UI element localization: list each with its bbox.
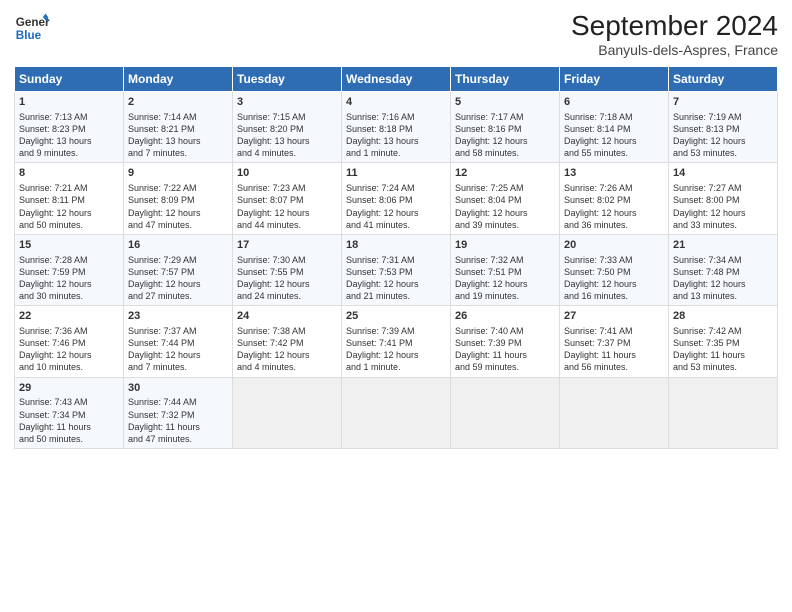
- calendar-cell: 30Sunrise: 7:44 AM Sunset: 7:32 PM Dayli…: [124, 377, 233, 448]
- day-number: 11: [346, 166, 446, 181]
- calendar-cell: 20Sunrise: 7:33 AM Sunset: 7:50 PM Dayli…: [560, 234, 669, 305]
- calendar-col-header: Thursday: [451, 67, 560, 92]
- day-number: 10: [237, 166, 337, 181]
- day-number: 13: [564, 166, 664, 181]
- day-number: 15: [19, 238, 119, 253]
- calendar-cell: 15Sunrise: 7:28 AM Sunset: 7:59 PM Dayli…: [15, 234, 124, 305]
- calendar-week-row: 1Sunrise: 7:13 AM Sunset: 8:23 PM Daylig…: [15, 92, 778, 163]
- calendar-col-header: Monday: [124, 67, 233, 92]
- calendar-cell: 24Sunrise: 7:38 AM Sunset: 7:42 PM Dayli…: [233, 306, 342, 377]
- calendar-cell: 22Sunrise: 7:36 AM Sunset: 7:46 PM Dayli…: [15, 306, 124, 377]
- day-number: 21: [673, 238, 773, 253]
- day-number: 5: [455, 95, 555, 110]
- calendar-col-header: Saturday: [669, 67, 778, 92]
- calendar-cell: [233, 377, 342, 448]
- calendar-cell: 29Sunrise: 7:43 AM Sunset: 7:34 PM Dayli…: [15, 377, 124, 448]
- day-number: 27: [564, 309, 664, 324]
- day-number: 4: [346, 95, 446, 110]
- day-number: 25: [346, 309, 446, 324]
- calendar-week-row: 8Sunrise: 7:21 AM Sunset: 8:11 PM Daylig…: [15, 163, 778, 234]
- calendar-cell: 9Sunrise: 7:22 AM Sunset: 8:09 PM Daylig…: [124, 163, 233, 234]
- calendar-cell: [560, 377, 669, 448]
- calendar-cell: 10Sunrise: 7:23 AM Sunset: 8:07 PM Dayli…: [233, 163, 342, 234]
- calendar-cell: [669, 377, 778, 448]
- day-number: 22: [19, 309, 119, 324]
- calendar-cell: 3Sunrise: 7:15 AM Sunset: 8:20 PM Daylig…: [233, 92, 342, 163]
- calendar-week-row: 29Sunrise: 7:43 AM Sunset: 7:34 PM Dayli…: [15, 377, 778, 448]
- subtitle: Banyuls-dels-Aspres, France: [571, 42, 778, 58]
- page-header: General Blue September 2024 Banyuls-dels…: [14, 10, 778, 58]
- calendar-table: SundayMondayTuesdayWednesdayThursdayFrid…: [14, 66, 778, 449]
- day-number: 18: [346, 238, 446, 253]
- calendar-cell: 1Sunrise: 7:13 AM Sunset: 8:23 PM Daylig…: [15, 92, 124, 163]
- day-number: 19: [455, 238, 555, 253]
- calendar-cell: 5Sunrise: 7:17 AM Sunset: 8:16 PM Daylig…: [451, 92, 560, 163]
- calendar-cell: 23Sunrise: 7:37 AM Sunset: 7:44 PM Dayli…: [124, 306, 233, 377]
- calendar-cell: 4Sunrise: 7:16 AM Sunset: 8:18 PM Daylig…: [342, 92, 451, 163]
- svg-text:Blue: Blue: [16, 29, 42, 42]
- calendar-cell: 14Sunrise: 7:27 AM Sunset: 8:00 PM Dayli…: [669, 163, 778, 234]
- calendar-cell: 11Sunrise: 7:24 AM Sunset: 8:06 PM Dayli…: [342, 163, 451, 234]
- calendar-cell: 2Sunrise: 7:14 AM Sunset: 8:21 PM Daylig…: [124, 92, 233, 163]
- calendar-col-header: Wednesday: [342, 67, 451, 92]
- calendar-cell: 12Sunrise: 7:25 AM Sunset: 8:04 PM Dayli…: [451, 163, 560, 234]
- calendar-cell: 18Sunrise: 7:31 AM Sunset: 7:53 PM Dayli…: [342, 234, 451, 305]
- day-number: 28: [673, 309, 773, 324]
- calendar-cell: 26Sunrise: 7:40 AM Sunset: 7:39 PM Dayli…: [451, 306, 560, 377]
- day-number: 14: [673, 166, 773, 181]
- main-title: September 2024: [571, 10, 778, 42]
- logo-icon: General Blue: [14, 10, 50, 46]
- calendar-col-header: Friday: [560, 67, 669, 92]
- day-number: 20: [564, 238, 664, 253]
- day-number: 26: [455, 309, 555, 324]
- calendar-cell: 16Sunrise: 7:29 AM Sunset: 7:57 PM Dayli…: [124, 234, 233, 305]
- day-number: 17: [237, 238, 337, 253]
- day-number: 1: [19, 95, 119, 110]
- day-number: 8: [19, 166, 119, 181]
- calendar-week-row: 22Sunrise: 7:36 AM Sunset: 7:46 PM Dayli…: [15, 306, 778, 377]
- day-number: 24: [237, 309, 337, 324]
- calendar-col-header: Sunday: [15, 67, 124, 92]
- calendar-cell: 13Sunrise: 7:26 AM Sunset: 8:02 PM Dayli…: [560, 163, 669, 234]
- calendar-cell: 17Sunrise: 7:30 AM Sunset: 7:55 PM Dayli…: [233, 234, 342, 305]
- calendar-week-row: 15Sunrise: 7:28 AM Sunset: 7:59 PM Dayli…: [15, 234, 778, 305]
- calendar-header-row: SundayMondayTuesdayWednesdayThursdayFrid…: [15, 67, 778, 92]
- calendar-cell: 6Sunrise: 7:18 AM Sunset: 8:14 PM Daylig…: [560, 92, 669, 163]
- calendar-cell: 25Sunrise: 7:39 AM Sunset: 7:41 PM Dayli…: [342, 306, 451, 377]
- calendar-cell: 19Sunrise: 7:32 AM Sunset: 7:51 PM Dayli…: [451, 234, 560, 305]
- calendar-body: 1Sunrise: 7:13 AM Sunset: 8:23 PM Daylig…: [15, 92, 778, 449]
- title-block: September 2024 Banyuls-dels-Aspres, Fran…: [571, 10, 778, 58]
- day-number: 23: [128, 309, 228, 324]
- calendar-cell: 7Sunrise: 7:19 AM Sunset: 8:13 PM Daylig…: [669, 92, 778, 163]
- day-number: 6: [564, 95, 664, 110]
- day-number: 2: [128, 95, 228, 110]
- day-number: 16: [128, 238, 228, 253]
- calendar-cell: 28Sunrise: 7:42 AM Sunset: 7:35 PM Dayli…: [669, 306, 778, 377]
- day-number: 12: [455, 166, 555, 181]
- calendar-cell: 8Sunrise: 7:21 AM Sunset: 8:11 PM Daylig…: [15, 163, 124, 234]
- logo: General Blue: [14, 10, 50, 46]
- calendar-cell: 21Sunrise: 7:34 AM Sunset: 7:48 PM Dayli…: [669, 234, 778, 305]
- calendar-cell: [342, 377, 451, 448]
- day-number: 7: [673, 95, 773, 110]
- day-number: 29: [19, 381, 119, 396]
- day-number: 9: [128, 166, 228, 181]
- day-number: 30: [128, 381, 228, 396]
- calendar-cell: 27Sunrise: 7:41 AM Sunset: 7:37 PM Dayli…: [560, 306, 669, 377]
- day-number: 3: [237, 95, 337, 110]
- calendar-col-header: Tuesday: [233, 67, 342, 92]
- calendar-cell: [451, 377, 560, 448]
